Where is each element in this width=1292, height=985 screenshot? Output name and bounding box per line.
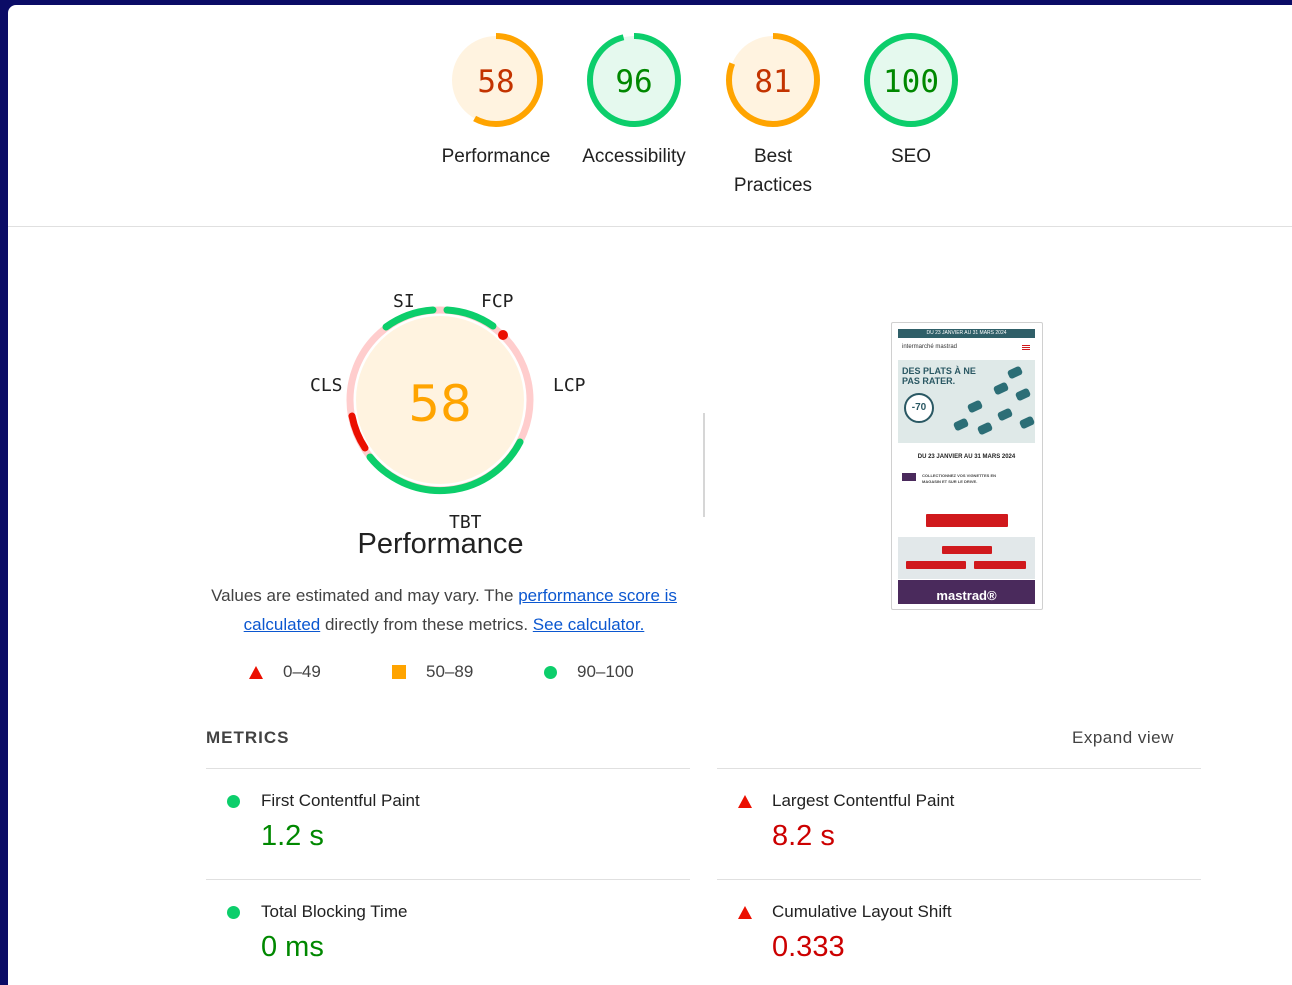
performance-description: Values are estimated and may vary. The p… — [211, 586, 677, 634]
plate-shape — [992, 381, 1010, 396]
pass-circle-icon — [227, 906, 240, 924]
plate-shape — [976, 421, 994, 436]
performance-gauge-ring: 58 — [346, 306, 534, 495]
thumb-hero-text: DES PLATS À NE PAS RATER. — [902, 366, 976, 386]
plate-shape — [1014, 387, 1032, 402]
thumb-red-button — [974, 561, 1026, 569]
gauge-accessibility-label: Accessibility — [582, 146, 686, 167]
tag-cls: CLS — [310, 375, 343, 396]
thumb-badge: -70 — [904, 393, 934, 423]
gauge-best-practices-label: Best Practices — [733, 146, 813, 196]
gauge-seo[interactable]: 100 SEO — [846, 32, 976, 171]
thumb-book-icon — [902, 473, 916, 481]
plate-shape — [1018, 415, 1036, 430]
average-square-icon — [392, 665, 406, 679]
plate-shape — [996, 407, 1014, 422]
pass-circle-icon — [227, 795, 240, 813]
thumb-banner: DU 23 JANVIER AU 31 MARS 2024 — [898, 329, 1035, 338]
metric-lcp: Largest Contentful Paint 8.2 s — [717, 768, 1201, 879]
gauge-accessibility-ring: 96 — [587, 33, 681, 127]
legend-average: 50–89 — [392, 662, 473, 682]
gauge-performance-ring: 58 — [449, 33, 543, 127]
metric-fcp: First Contentful Paint 1.2 s — [206, 768, 690, 879]
gauge-best-practices-score: 81 — [754, 64, 791, 100]
final-screenshot[interactable]: DU 23 JANVIER AU 31 MARS 2024 intermarch… — [891, 322, 1043, 610]
thumb-red-button — [906, 561, 966, 569]
metric-tbt: Total Blocking Time 0 ms — [206, 879, 690, 985]
gauge-performance-score: 58 — [477, 64, 514, 100]
tag-lcp: LCP — [553, 375, 586, 396]
gauge-best-practices-ring: 81 — [726, 33, 820, 127]
thumb-red-button — [926, 514, 1008, 527]
vertical-divider — [703, 413, 705, 517]
metric-value: 0 ms — [261, 931, 324, 963]
metric-label: Cumulative Layout Shift — [772, 902, 952, 921]
metric-value: 1.2 s — [261, 820, 324, 852]
fail-triangle-icon — [738, 906, 752, 924]
thumb-logos: intermarché mastrad — [902, 344, 958, 350]
performance-gauge-large: 58 SI FCP LCP CLS TBT — [288, 285, 593, 535]
gauge-performance[interactable]: 58 Performance — [431, 32, 561, 171]
plate-shape — [966, 399, 984, 414]
metric-label: Total Blocking Time — [261, 902, 408, 921]
thumb-date: DU 23 JANVIER AU 31 MARS 2024 — [917, 454, 1016, 460]
metric-value: 8.2 s — [772, 820, 835, 852]
fail-triangle-icon — [738, 795, 752, 813]
pass-circle-icon — [544, 665, 557, 679]
thumb-info: COLLECTIONNEZ VOS VIGNETTES EN MAGASIN E… — [902, 473, 1032, 485]
plate-shape — [952, 417, 970, 432]
legend-fail: 0–49 — [249, 662, 321, 682]
fcp-marker — [498, 330, 508, 340]
gauge-best-practices[interactable]: 81 Best Practices — [708, 32, 838, 200]
gauge-accessibility[interactable]: 96 Accessibility — [569, 32, 699, 171]
metrics-heading: METRICS — [206, 728, 290, 747]
performance-title: Performance — [357, 528, 524, 560]
gauge-seo-label: SEO — [890, 146, 932, 167]
thumb-footer: mastrad® — [898, 580, 1035, 604]
tag-si: SI — [393, 291, 415, 312]
thumb-hero: DES PLATS À NE PAS RATER. -70 — [898, 360, 1036, 443]
expand-view-toggle[interactable]: Expand view — [1072, 728, 1174, 748]
thumb-red-button — [942, 546, 992, 554]
plate-shape — [1006, 365, 1024, 380]
metric-value: 0.333 — [772, 931, 845, 963]
lighthouse-report: 58 Performance 96 Accessibility 81 Best … — [8, 5, 1292, 985]
gauge-seo-ring: 100 — [864, 33, 958, 127]
metric-label: First Contentful Paint — [261, 791, 420, 810]
legend-pass: 90–100 — [544, 662, 634, 682]
fail-triangle-icon — [249, 665, 263, 679]
gauge-seo-score: 100 — [883, 64, 939, 100]
see-calculator-link[interactable]: See calculator. — [533, 615, 645, 634]
thumb-grey-band — [898, 537, 1035, 579]
metric-label: Largest Contentful Paint — [772, 791, 955, 810]
performance-score-large: 58 — [408, 375, 472, 433]
category-gauges: 58 Performance 96 Accessibility 81 Best … — [8, 5, 1292, 227]
thumb-menu-icon — [1022, 345, 1030, 346]
gauge-accessibility-score: 96 — [615, 64, 652, 100]
metric-cls: Cumulative Layout Shift 0.333 — [717, 879, 1201, 985]
gauge-performance-label: Performance — [441, 146, 551, 167]
tag-fcp: FCP — [481, 291, 514, 312]
